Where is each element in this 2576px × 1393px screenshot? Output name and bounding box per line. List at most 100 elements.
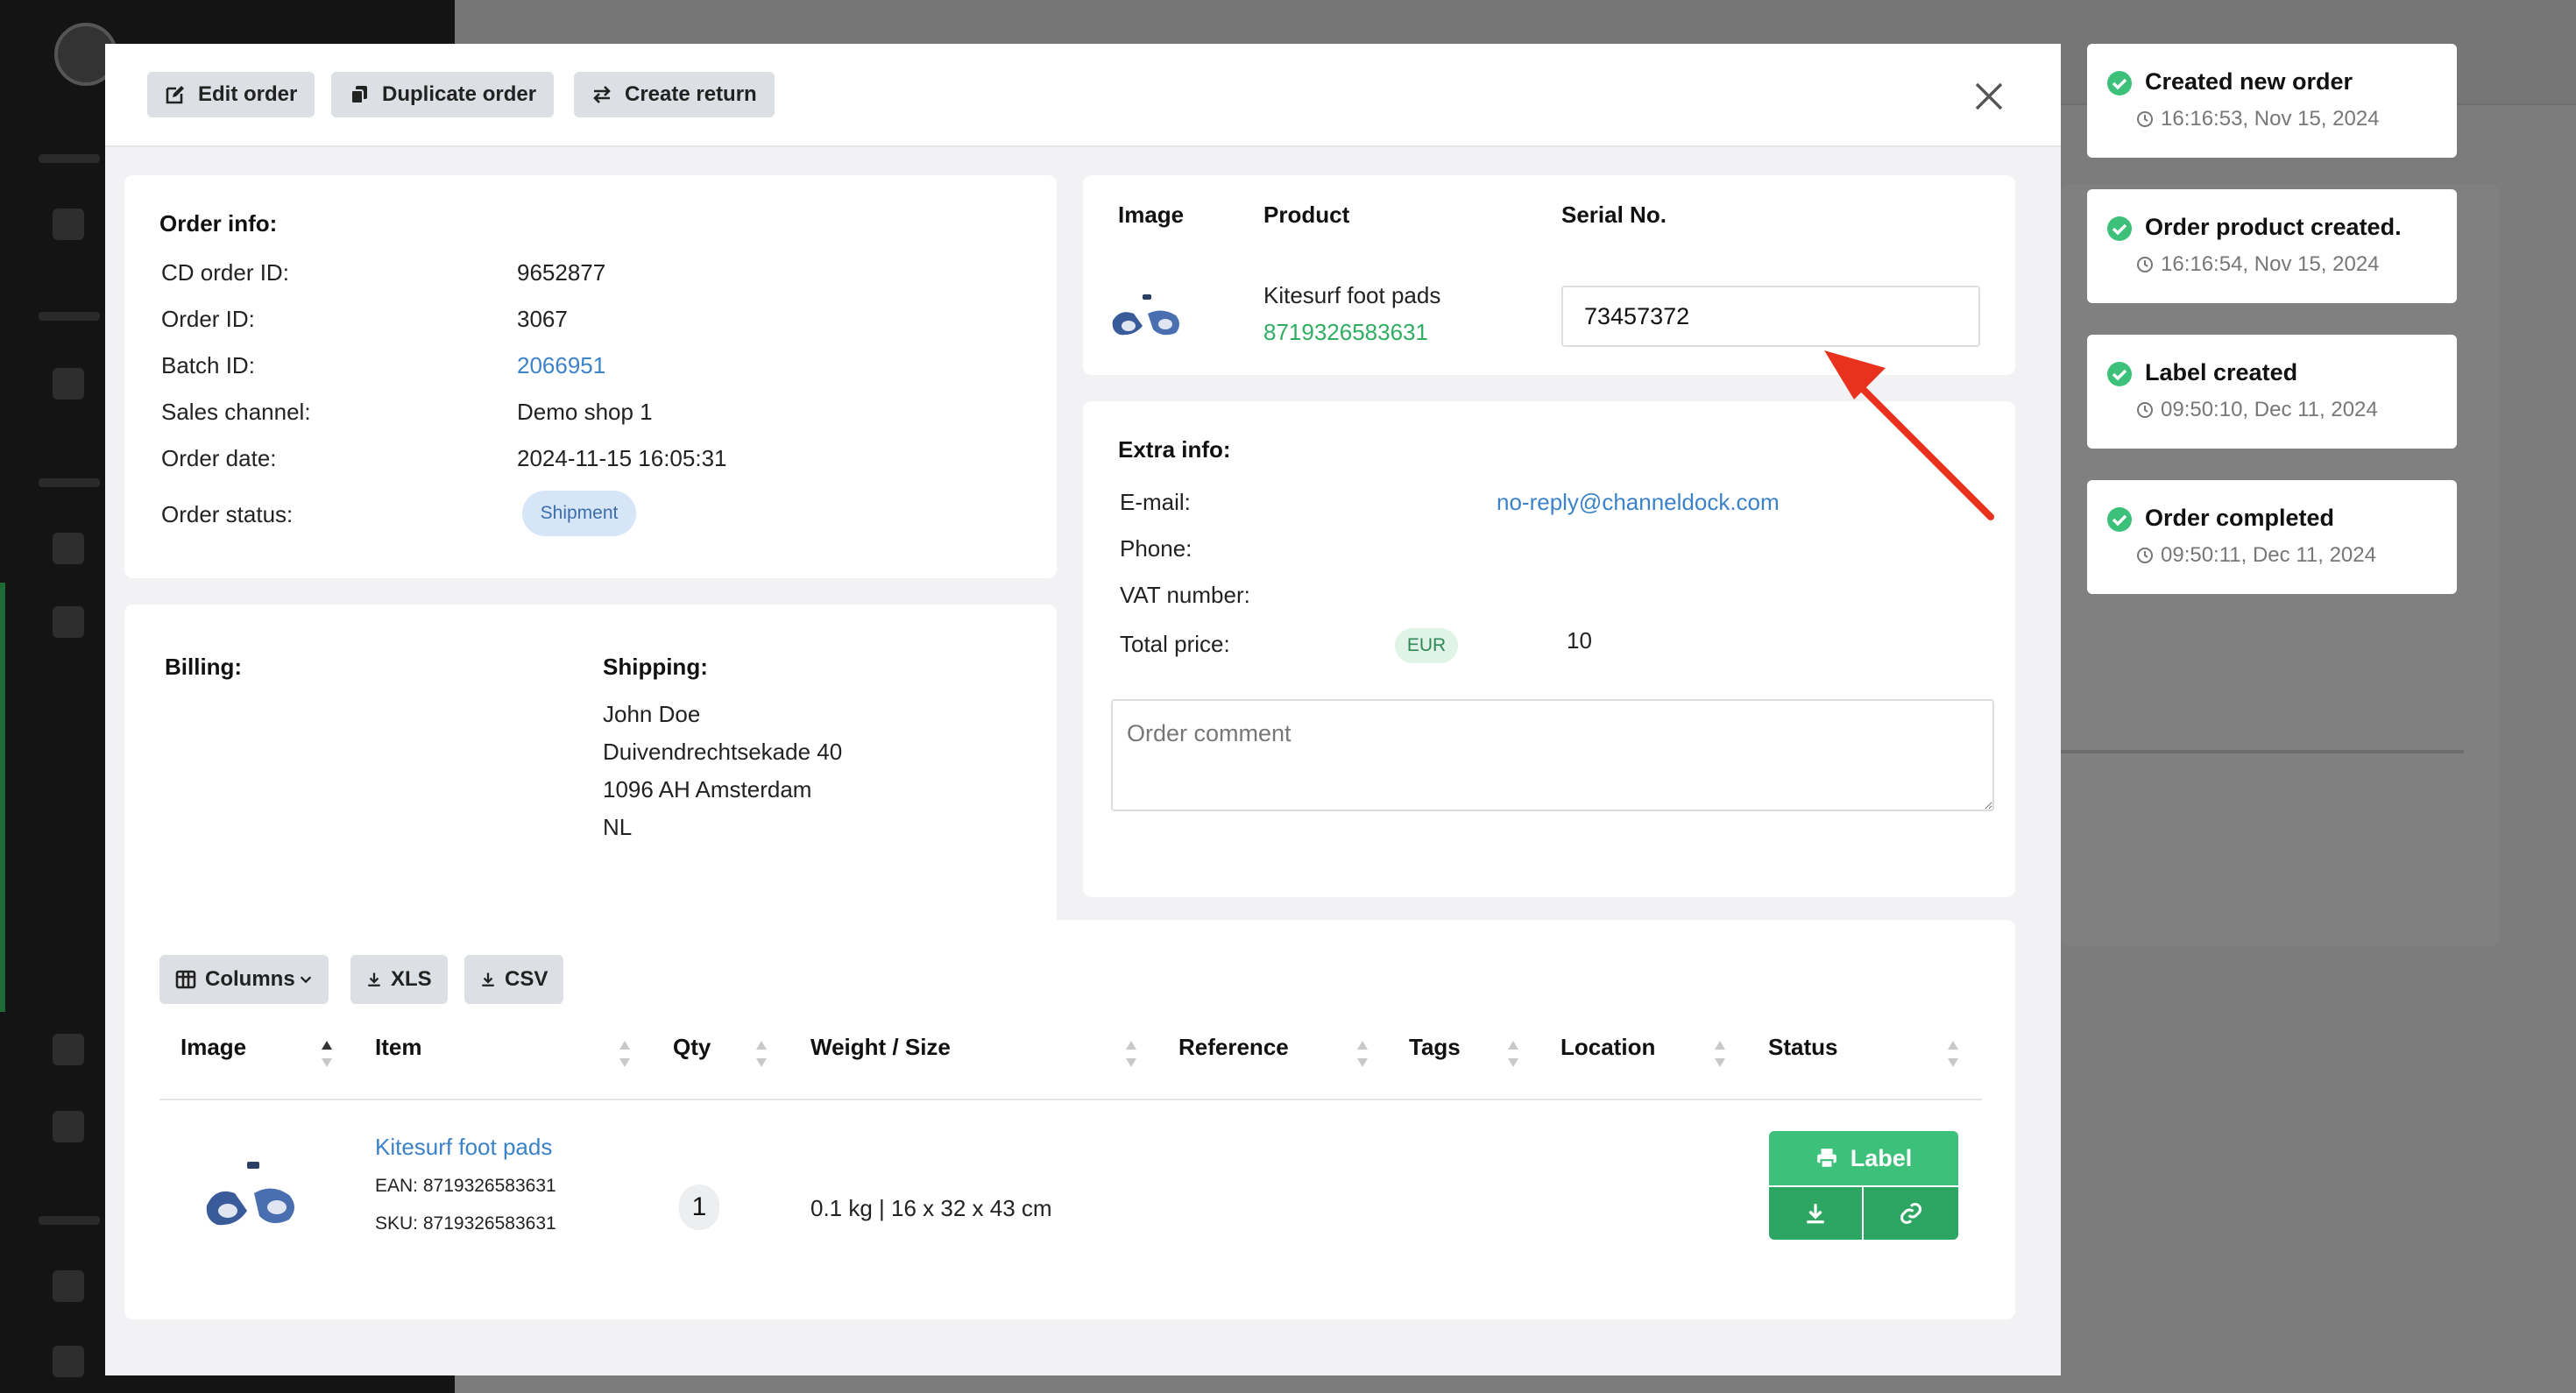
sidebar-icon: [53, 533, 84, 564]
check-circle-icon: [2107, 507, 2132, 532]
modal-header: Edit order Duplicate order Create return: [105, 44, 2061, 147]
col-header-qty[interactable]: Qty: [673, 1034, 711, 1061]
sales-channel-value: Demo shop 1: [517, 399, 653, 425]
toast-timestamp: 16:16:53, Nov 15, 2024: [2161, 107, 2380, 131]
sort-icon[interactable]: [755, 1039, 768, 1069]
create-return-button[interactable]: Create return: [574, 72, 775, 117]
toast-timestamp: 09:50:10, Dec 11, 2024: [2161, 398, 2378, 421]
sort-icon[interactable]: [619, 1039, 631, 1069]
toast-time: 16:16:54, Nov 15, 2024: [2136, 252, 2380, 277]
order-info-title: Order info:: [159, 210, 278, 237]
order-date-value: 2024-11-15 16:05:31: [517, 445, 727, 471]
shipping-name: John Doe: [603, 701, 701, 727]
download-label-button[interactable]: [1769, 1187, 1862, 1240]
item-name-link[interactable]: Kitesurf foot pads: [375, 1134, 552, 1161]
extra-info-title: Extra info:: [1118, 436, 1231, 463]
background-divider: [2061, 750, 2464, 753]
shipping-title: Shipping:: [603, 654, 708, 680]
toast-timestamp: 09:50:11, Dec 11, 2024: [2161, 543, 2376, 567]
copy-label-link-button[interactable]: [1864, 1187, 1958, 1240]
order-date-label: Order date:: [161, 445, 277, 471]
download-icon: [1807, 1204, 1824, 1224]
edit-order-button[interactable]: Edit order: [147, 72, 315, 117]
total-price-label: Total price:: [1120, 631, 1230, 657]
order-id-label: Order ID:: [161, 306, 255, 332]
col-header-tags[interactable]: Tags: [1409, 1034, 1461, 1061]
sort-icon[interactable]: [321, 1039, 333, 1069]
col-header-item[interactable]: Item: [375, 1034, 421, 1061]
product-image-header: Image: [1118, 202, 1185, 228]
item-thumbnail: [206, 1162, 294, 1226]
copy-icon: [350, 86, 367, 104]
sort-icon[interactable]: [1947, 1039, 1959, 1069]
check-circle-icon: [2107, 216, 2132, 241]
toast-title: Created new order: [2145, 68, 2353, 95]
vat-label: VAT number:: [1120, 582, 1250, 608]
printer-icon: [1816, 1149, 1836, 1169]
order-status-label: Order status:: [161, 501, 294, 527]
toast-title: Order product created.: [2145, 214, 2402, 240]
product-ean: 8719326583631: [1263, 319, 1428, 345]
toast-time: 16:16:53, Nov 15, 2024: [2136, 107, 2380, 131]
columns-icon: [175, 970, 196, 989]
toast-notification: Order completed 09:50:11, Dec 11, 2024: [2087, 480, 2457, 594]
print-label-text: Label: [1850, 1144, 1913, 1171]
billing-title: Billing:: [165, 654, 243, 680]
status-badge: Shipment: [522, 491, 636, 536]
col-header-location[interactable]: Location: [1560, 1034, 1655, 1061]
annotation-arrow-icon: [1824, 350, 1994, 520]
col-header-status[interactable]: Status: [1768, 1034, 1837, 1061]
email-label: E-mail:: [1120, 489, 1191, 515]
toast-title: Order completed: [2145, 505, 2335, 531]
cart-icon: [53, 368, 84, 400]
col-header-weight-size[interactable]: Weight / Size: [810, 1034, 951, 1061]
total-price-value: 10: [1567, 627, 1592, 654]
shipping-city: 1096 AH Amsterdam: [603, 776, 812, 803]
sort-icon[interactable]: [1125, 1039, 1137, 1069]
sort-icon[interactable]: [1507, 1039, 1519, 1069]
item-sku: SKU: 8719326583631: [375, 1213, 556, 1234]
sort-icon[interactable]: [1356, 1039, 1369, 1069]
sidebar-icon: [53, 1111, 84, 1142]
toast-notification: Label created 09:50:10, Dec 11, 2024: [2087, 335, 2457, 449]
sidebar-section-label: [39, 1216, 100, 1225]
close-icon[interactable]: [1971, 79, 2006, 114]
batch-id-link[interactable]: 2066951: [517, 352, 605, 379]
edit-icon: [166, 86, 184, 104]
check-circle-icon: [2107, 362, 2132, 386]
sidebar-icon: [53, 1346, 84, 1377]
col-header-image[interactable]: Image: [180, 1034, 246, 1061]
order-comment-input[interactable]: [1111, 699, 1994, 811]
shipping-country: NL: [603, 814, 633, 840]
item-weight-size: 0.1 kg | 16 x 32 x 43 cm: [810, 1195, 1052, 1221]
edit-order-label: Edit order: [198, 82, 298, 106]
currency-badge: EUR: [1395, 628, 1458, 663]
sales-channel-label: Sales channel:: [161, 399, 311, 425]
duplicate-order-button[interactable]: Duplicate order: [331, 72, 555, 117]
cd-order-id-label: CD order ID:: [161, 259, 289, 286]
download-icon: [482, 972, 494, 986]
order-modal: Edit order Duplicate order Create return…: [105, 44, 2061, 1375]
columns-dropdown[interactable]: Columns: [159, 955, 329, 1004]
phone-label: Phone:: [1120, 535, 1192, 562]
print-label-button[interactable]: Label: [1769, 1131, 1958, 1185]
toast-notification: Order product created. 16:16:54, Nov 15,…: [2087, 189, 2457, 303]
toast-notification: Created new order 16:16:53, Nov 15, 2024: [2087, 44, 2457, 158]
sidebar-section-label: [39, 478, 100, 487]
item-ean: EAN: 8719326583631: [375, 1176, 556, 1196]
product-thumbnail: [1112, 294, 1179, 336]
shipping-street: Duivendrechtsekade 40: [603, 739, 843, 765]
swap-arrows-icon: [593, 86, 611, 103]
export-xls-button[interactable]: XLS: [350, 955, 448, 1004]
toast-time: 09:50:10, Dec 11, 2024: [2136, 398, 2378, 422]
export-csv-button[interactable]: CSV: [464, 955, 564, 1004]
sidebar-icon: [53, 1034, 84, 1065]
download-icon: [368, 972, 380, 986]
col-header-reference[interactable]: Reference: [1178, 1034, 1289, 1061]
product-name: Kitesurf foot pads: [1263, 282, 1441, 308]
cd-order-id-value: 9652877: [517, 259, 606, 286]
email-link[interactable]: no-reply@channeldock.com: [1497, 489, 1780, 516]
toast-timestamp: 16:16:54, Nov 15, 2024: [2161, 252, 2380, 276]
sort-icon[interactable]: [1714, 1039, 1726, 1069]
sidebar-active-indicator: [0, 583, 5, 1012]
